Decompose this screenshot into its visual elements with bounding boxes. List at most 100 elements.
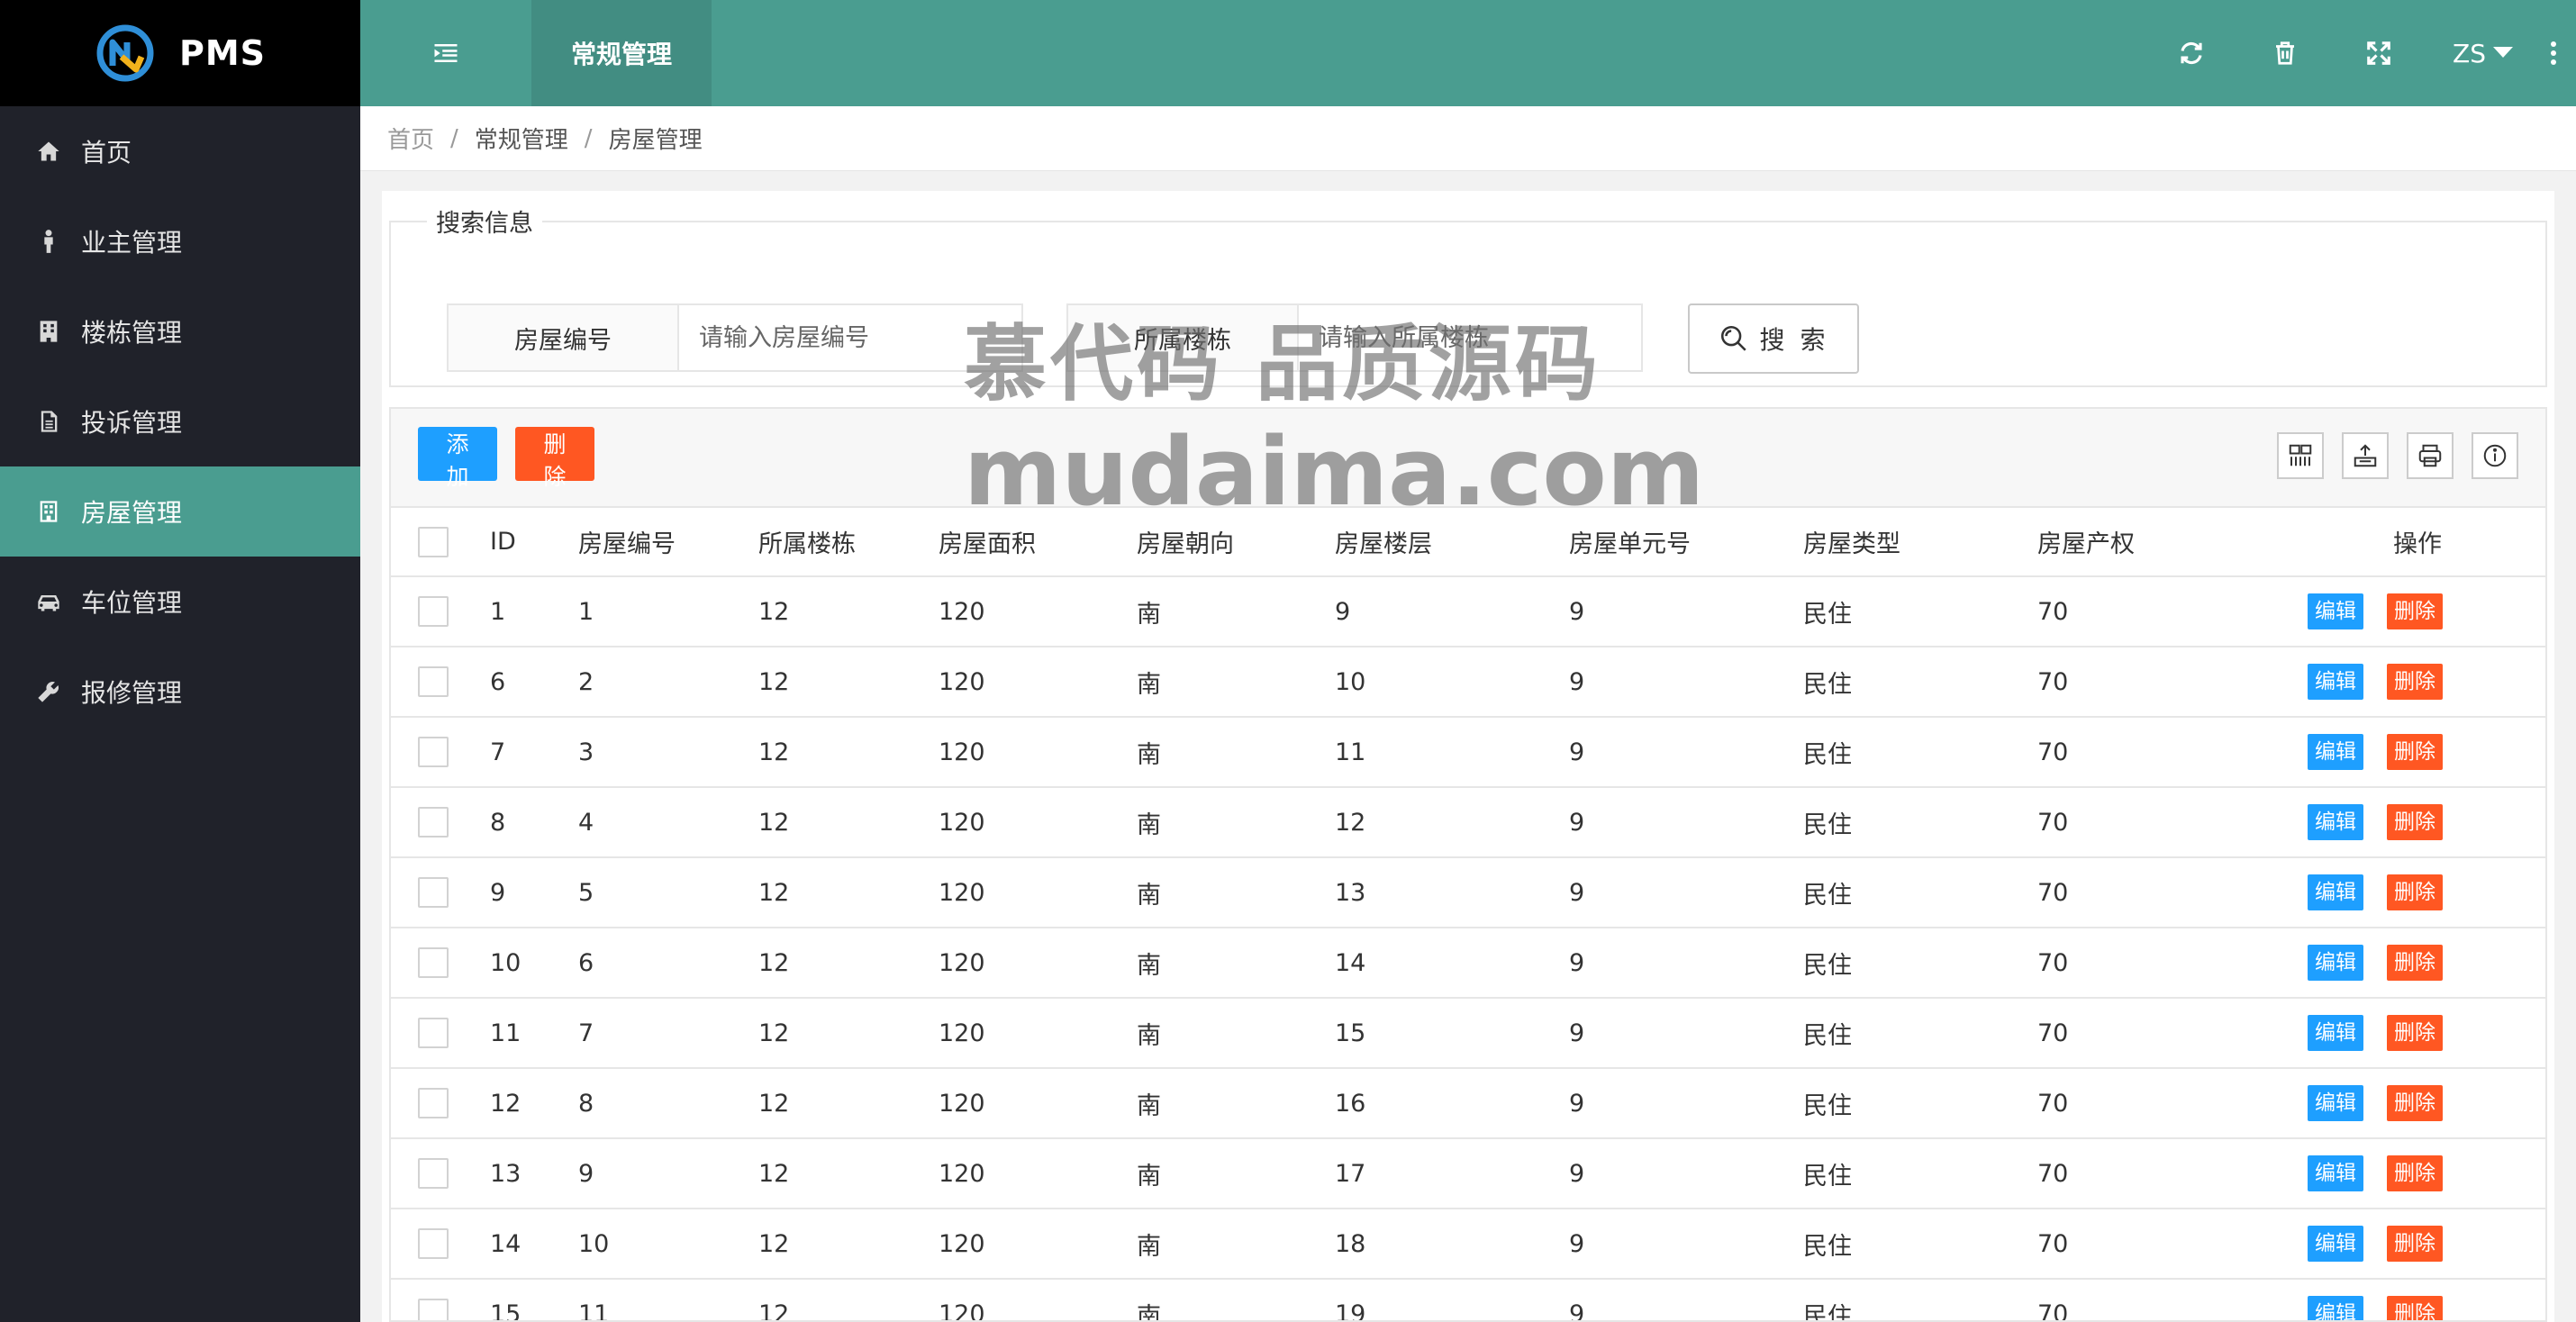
sidebar-item-parking[interactable]: 车位管理 <box>0 557 360 647</box>
edit-button[interactable]: 编辑 <box>2308 1296 2363 1320</box>
table-row[interactable]: 7 3 12 120 南 11 9 民住 70 编辑 删除 <box>391 717 2545 788</box>
car-icon <box>38 595 59 611</box>
fullscreen-button[interactable] <box>2332 0 2426 106</box>
row-checkbox[interactable] <box>418 1018 449 1048</box>
sidebar-item-repairs[interactable]: 报修管理 <box>0 647 360 737</box>
delete-button[interactable]: 删除 <box>2387 1296 2443 1320</box>
edit-button[interactable]: 编辑 <box>2308 593 2363 629</box>
edit-button[interactable]: 编辑 <box>2308 1226 2363 1262</box>
table-row[interactable]: 10 6 12 120 南 14 9 民住 70 编辑 删除 <box>391 928 2545 999</box>
logo[interactable]: PMS <box>0 0 360 106</box>
table-row[interactable]: 12 8 12 120 南 16 9 民住 70 编辑 删除 <box>391 1068 2545 1139</box>
col-id[interactable]: ID <box>490 508 578 577</box>
house-number-input[interactable] <box>679 305 1020 370</box>
row-checkbox[interactable] <box>418 666 449 697</box>
table-cell: 120 <box>939 576 1137 647</box>
trash-icon <box>2276 41 2295 65</box>
table-row[interactable]: 11 7 12 120 南 15 9 民住 70 编辑 删除 <box>391 998 2545 1069</box>
edit-button[interactable]: 编辑 <box>2308 1155 2363 1191</box>
row-checkbox[interactable] <box>418 877 449 908</box>
more-button[interactable] <box>2531 0 2576 106</box>
table-cell: 民住 <box>1803 1209 2037 1280</box>
row-checkbox[interactable] <box>418 807 449 838</box>
columns-icon <box>2289 444 2312 466</box>
house-number-field: 房屋编号 <box>447 303 1023 372</box>
sidebar-item-complaints[interactable]: 投诉管理 <box>0 376 360 466</box>
delete-button[interactable]: 删除 <box>2387 734 2443 770</box>
edit-button[interactable]: 编辑 <box>2308 804 2363 840</box>
table-row[interactable]: 14 10 12 120 南 18 9 民住 70 编辑 删除 <box>391 1209 2545 1280</box>
edit-button[interactable]: 编辑 <box>2308 874 2363 910</box>
table-cell: 民住 <box>1803 998 2037 1069</box>
col-floor[interactable]: 房屋楼层 <box>1335 508 1569 577</box>
sidebar-toggle-button[interactable] <box>360 0 531 106</box>
col-type[interactable]: 房屋类型 <box>1803 508 2037 577</box>
print-button[interactable] <box>2407 432 2454 479</box>
table-cell: 民住 <box>1803 1068 2037 1139</box>
tab-general-management[interactable]: 常规管理 <box>531 0 712 106</box>
breadcrumb-separator: / <box>584 124 593 152</box>
col-property-years[interactable]: 房屋产权 <box>2037 508 2308 577</box>
sidebar-item-owners[interactable]: 业主管理 <box>0 196 360 286</box>
edit-button[interactable]: 编辑 <box>2308 1085 2363 1121</box>
table-cell: 南 <box>1137 998 1335 1069</box>
add-button[interactable]: 添加 <box>418 427 497 490</box>
table-cell: 120 <box>939 857 1137 928</box>
delete-button[interactable]: 删除 <box>2387 1226 2443 1262</box>
info-button[interactable] <box>2472 432 2518 479</box>
delete-button[interactable]: 删除 <box>2387 1085 2443 1121</box>
delete-button[interactable]: 删除 <box>2387 804 2443 840</box>
delete-button[interactable]: 删除 <box>2387 593 2443 629</box>
user-menu[interactable]: ZS <box>2426 39 2531 68</box>
row-checkbox[interactable] <box>418 1088 449 1118</box>
table-row[interactable]: 13 9 12 120 南 17 9 民住 70 编辑 删除 <box>391 1138 2545 1209</box>
table-cell: 70 <box>2037 1279 2308 1320</box>
row-actions: 编辑 删除 <box>2308 787 2545 858</box>
table-row[interactable]: 9 5 12 120 南 13 9 民住 70 编辑 删除 <box>391 857 2545 928</box>
select-all-checkbox[interactable] <box>418 526 449 557</box>
edit-button[interactable]: 编辑 <box>2308 945 2363 981</box>
sidebar-item-home[interactable]: 首页 <box>0 106 360 196</box>
row-checkbox[interactable] <box>418 737 449 767</box>
row-checkbox[interactable] <box>418 947 449 978</box>
table-cell: 9 <box>1335 576 1569 647</box>
table-row[interactable]: 1 1 12 120 南 9 9 民住 70 编辑 删除 <box>391 576 2545 647</box>
building-input[interactable] <box>1299 305 1639 370</box>
row-checkbox[interactable] <box>418 1158 449 1189</box>
delete-button[interactable]: 删除 <box>2387 874 2443 910</box>
sidebar-item-houses[interactable]: 房屋管理 <box>0 466 360 557</box>
breadcrumb-general[interactable]: 常规管理 <box>475 122 568 155</box>
col-unit[interactable]: 房屋单元号 <box>1569 508 1803 577</box>
table-row[interactable]: 8 4 12 120 南 12 9 民住 70 编辑 删除 <box>391 787 2545 858</box>
delete-button[interactable]: 删除 <box>2387 945 2443 981</box>
table-row[interactable]: 6 2 12 120 南 10 9 民住 70 编辑 删除 <box>391 647 2545 718</box>
edit-button[interactable]: 编辑 <box>2308 1015 2363 1051</box>
delete-button[interactable]: 删除 <box>2387 664 2443 700</box>
clear-cache-button[interactable] <box>2238 0 2332 106</box>
export-button[interactable] <box>2342 432 2389 479</box>
col-area[interactable]: 房屋面积 <box>939 508 1137 577</box>
delete-button[interactable]: 删除 <box>2387 1155 2443 1191</box>
table-cell: 70 <box>2037 857 2308 928</box>
edit-button[interactable]: 编辑 <box>2308 664 2363 700</box>
filter-columns-button[interactable] <box>2277 432 2324 479</box>
col-house-number[interactable]: 房屋编号 <box>578 508 758 577</box>
refresh-button[interactable] <box>2145 0 2238 106</box>
col-building[interactable]: 所属楼栋 <box>758 508 939 577</box>
col-orientation[interactable]: 房屋朝向 <box>1137 508 1335 577</box>
sidebar-item-buildings[interactable]: 楼栋管理 <box>0 286 360 376</box>
breadcrumb-home[interactable]: 首页 <box>387 122 434 155</box>
search-button[interactable]: 搜 索 <box>1688 303 1859 374</box>
more-vertical-icon <box>2551 41 2556 65</box>
row-checkbox[interactable] <box>418 1299 449 1320</box>
row-checkbox[interactable] <box>418 1228 449 1259</box>
delete-button[interactable]: 删除 <box>2387 1015 2443 1051</box>
table-row[interactable]: 15 11 12 120 南 19 9 民住 70 编辑 删除 <box>391 1279 2545 1320</box>
wrench-icon <box>38 682 59 702</box>
edit-button[interactable]: 编辑 <box>2308 734 2363 770</box>
table-cell: 6 <box>490 647 578 718</box>
batch-delete-button[interactable]: 删除 <box>515 427 594 490</box>
table-cell: 民住 <box>1803 717 2037 788</box>
table-cell: 70 <box>2037 928 2308 999</box>
row-checkbox[interactable] <box>418 596 449 627</box>
